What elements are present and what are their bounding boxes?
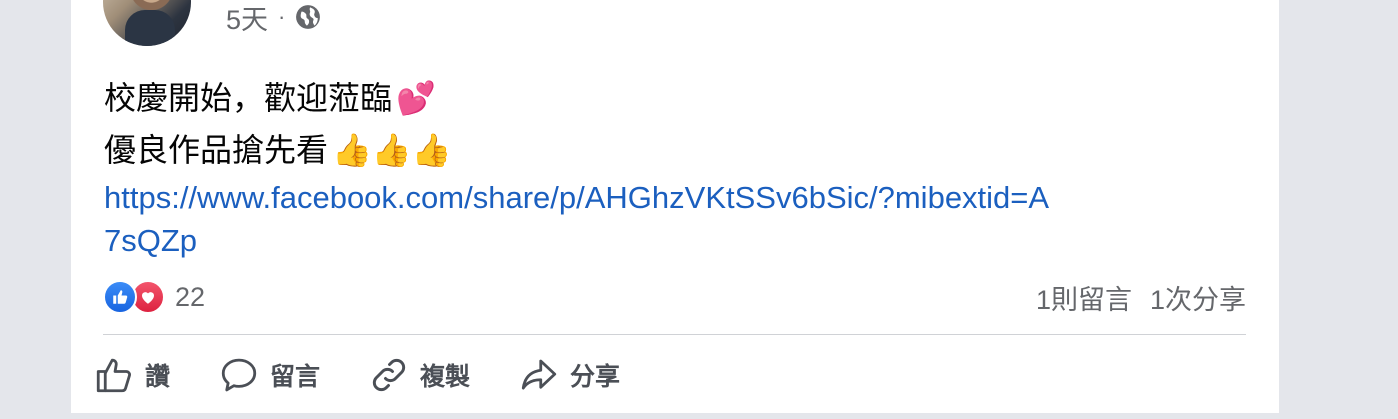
like-button[interactable]: 讚 <box>93 354 170 396</box>
two-hearts-emoji: 💕 <box>396 79 436 117</box>
divider <box>103 334 1246 335</box>
post-card: 5天 · 校慶開始，歡迎蒞臨 💕 優良作品搶先看 👍👍👍 https://www… <box>71 0 1279 413</box>
copy-label: 複製 <box>420 363 471 391</box>
copy-button[interactable]: 複製 <box>368 354 470 396</box>
avatar[interactable] <box>103 0 191 46</box>
post-meta: 5天 · <box>226 2 321 35</box>
thumbs-up-icon <box>96 358 131 393</box>
share-count[interactable]: 1次分享 <box>1150 278 1246 317</box>
post-stats: 1則留言 1次分享 <box>1036 278 1246 317</box>
reactions-summary[interactable]: 22 <box>103 280 205 314</box>
thumbs-up-emoji: 👍👍👍 <box>332 131 452 169</box>
post-text-line-1: 校慶開始，歡迎蒞臨 💕 <box>104 72 1204 124</box>
link-icon <box>372 358 406 392</box>
comment-label: 留言 <box>270 363 321 391</box>
post-text-content: 校慶開始，歡迎蒞臨 <box>104 80 393 116</box>
globe-icon[interactable] <box>295 4 321 30</box>
post-text-line-2: 優良作品搶先看 👍👍👍 <box>104 124 1204 176</box>
post-time[interactable]: 5天 <box>226 0 268 37</box>
comment-button[interactable]: 留言 <box>218 354 320 396</box>
action-bar: 讚 留言 複製 分享 <box>93 352 668 398</box>
post-link[interactable]: https://www.facebook.com/share/p/AHGhzVK… <box>104 176 1064 262</box>
post-text: 校慶開始，歡迎蒞臨 💕 優良作品搶先看 👍👍👍 <box>104 72 1204 176</box>
reaction-count: 22 <box>175 281 206 312</box>
share-arrow-icon <box>521 359 557 390</box>
comment-count[interactable]: 1則留言 <box>1036 278 1132 317</box>
share-label: 分享 <box>570 363 621 391</box>
like-reaction-icon <box>103 280 137 314</box>
post-text-content: 優良作品搶先看 <box>104 132 329 168</box>
like-label: 讚 <box>145 363 171 391</box>
comment-bubble-icon <box>221 358 257 392</box>
share-button[interactable]: 分享 <box>518 354 620 396</box>
meta-separator: · <box>278 4 286 29</box>
